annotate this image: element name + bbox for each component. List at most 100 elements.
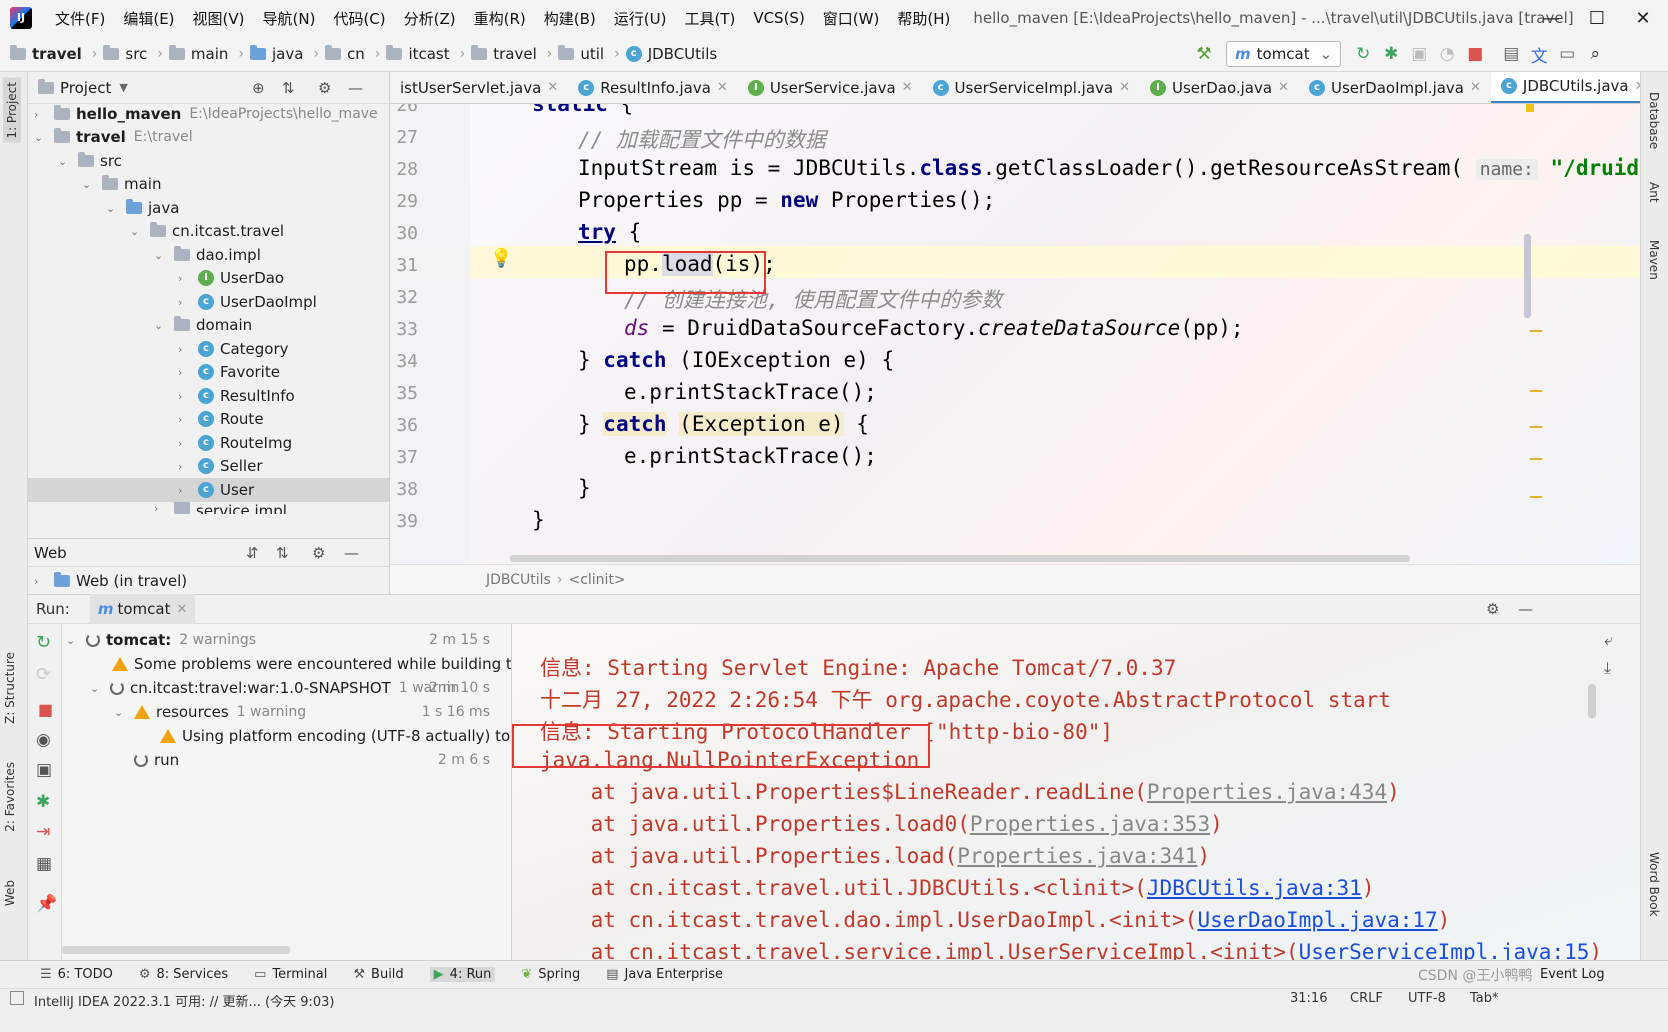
stop-icon[interactable]: ■: [1461, 40, 1489, 68]
line-separator[interactable]: CRLF: [1350, 991, 1383, 1006]
close-icon[interactable]: ✕: [717, 80, 728, 95]
error-stripe-mark[interactable]: [1530, 426, 1542, 428]
event-log-button[interactable]: Event Log: [1540, 967, 1605, 982]
build-hammer-icon[interactable]: ⚒: [1190, 40, 1218, 68]
close-button[interactable]: ✕: [1620, 0, 1666, 36]
collapse-all-icon[interactable]: ⇅: [276, 544, 289, 562]
menu-navigate[interactable]: 导航(N): [254, 8, 325, 29]
file-encoding[interactable]: UTF-8: [1408, 991, 1446, 1006]
hide-icon[interactable]: —: [344, 544, 359, 562]
stop-icon[interactable]: ■: [38, 700, 53, 719]
breadcrumb-travel[interactable]: travel: [10, 44, 82, 63]
stack-frame-link[interactable]: JDBCUtils.java:31: [1147, 876, 1362, 900]
horizontal-scrollbar[interactable]: [510, 555, 1410, 562]
breadcrumb-src[interactable]: src: [103, 44, 147, 63]
stack-frame-link[interactable]: Properties.java:434: [1147, 780, 1387, 804]
close-icon[interactable]: ✕: [1278, 80, 1289, 95]
status-message[interactable]: IntelliJ IDEA 2022.3.1 可用: // 更新... (今天 …: [34, 991, 334, 1010]
structure-tool-tab[interactable]: Z: Structure: [3, 652, 17, 724]
run-tree-resources[interactable]: ⌄ resources 1 warning 1 s 16 ms: [114, 700, 511, 724]
tree-item-src[interactable]: ⌄ src: [58, 149, 122, 173]
tree-item-service-impl[interactable]: › service.impl: [154, 502, 287, 514]
indent-setting[interactable]: Tab*: [1470, 991, 1499, 1006]
layout-icon[interactable]: ▦: [36, 854, 52, 874]
run-tab-tomcat[interactable]: m tomcat ✕: [89, 594, 196, 624]
run-config-select[interactable]: m tomcat ⌄: [1226, 41, 1342, 67]
menu-code[interactable]: 代码(C): [324, 8, 394, 29]
tree-item-userdaoimpl[interactable]: › c UserDaoImpl: [178, 290, 317, 314]
close-icon[interactable]: ✕: [902, 80, 913, 95]
breadcrumb-main[interactable]: main: [168, 44, 228, 63]
tree-item-java[interactable]: ⌄ java: [106, 196, 179, 220]
tab-userdaoimpl[interactable]: c UserDaoImpl.java ✕: [1299, 72, 1491, 103]
eye-icon[interactable]: ◉: [36, 730, 51, 750]
run-tree-encoding-warning[interactable]: Using platform encoding (UTF-8 actually)…: [160, 724, 511, 748]
stack-frame-link[interactable]: Properties.java:353: [970, 812, 1210, 836]
tree-item-hello-maven[interactable]: › hello_maven E:\IdeaProjects\hello_mave: [34, 102, 378, 126]
tree-item-main[interactable]: ⌄ main: [82, 172, 161, 196]
debug-icon[interactable]: ✱: [36, 792, 50, 812]
code-editor[interactable]: 26 27 28 29 30 31 32 33 34 35 36 37 38 3…: [390, 104, 1640, 564]
breadcrumb-travel-pkg[interactable]: travel: [471, 44, 537, 63]
project-structure-icon[interactable]: ▤: [1497, 40, 1525, 68]
scroll-to-end-icon[interactable]: ⤓: [1604, 658, 1611, 678]
caret-position[interactable]: 31:16: [1290, 991, 1327, 1006]
vertical-scrollbar[interactable]: [1524, 234, 1531, 318]
tab-build[interactable]: ⚒ Build: [353, 967, 403, 982]
menu-analyze[interactable]: 分析(Z): [395, 8, 465, 29]
collapse-all-icon[interactable]: ⇅: [282, 79, 295, 97]
tree-item-seller[interactable]: › c Seller: [178, 454, 262, 478]
tab-userservice[interactable]: I UserService.java ✕: [738, 72, 923, 103]
pause-icon[interactable]: ⟳: [36, 664, 51, 685]
gear-icon[interactable]: ⚙: [318, 79, 331, 97]
ant-tool-tab[interactable]: Ant: [1647, 182, 1661, 203]
error-stripe-mark[interactable]: [1530, 458, 1542, 460]
tab-terminal[interactable]: ▭ Terminal: [254, 967, 327, 982]
hide-icon[interactable]: —: [348, 79, 363, 97]
project-view-selector[interactable]: Project ▼: [38, 78, 128, 97]
stack-frame-link[interactable]: UserServiceImpl.java:15: [1299, 940, 1590, 960]
code-breadcrumb-method[interactable]: <clinit>: [568, 572, 625, 588]
maximize-button[interactable]: ☐: [1574, 0, 1620, 36]
tool-windows-toggle-icon[interactable]: [10, 991, 24, 1005]
tree-item-travel[interactable]: ⌄ travel E:\travel: [34, 125, 193, 149]
close-icon[interactable]: ✕: [176, 602, 187, 617]
web-in-travel-item[interactable]: › Web (in travel): [28, 567, 389, 595]
tab-userserviceimpl[interactable]: c UserServiceImpl.java ✕: [923, 72, 1140, 103]
presentation-icon[interactable]: ▭: [1553, 40, 1581, 68]
tree-item-resultinfo[interactable]: › c ResultInfo: [178, 384, 295, 408]
stack-frame-link[interactable]: UserDaoImpl.java:17: [1197, 908, 1437, 932]
close-icon[interactable]: ✕: [1470, 80, 1481, 95]
tab-run[interactable]: ▶ 4: Run: [429, 967, 496, 982]
tree-item-category[interactable]: › c Category: [178, 337, 289, 361]
close-icon[interactable]: ✕: [1119, 80, 1130, 95]
run-tree-tomcat[interactable]: ⌄ tomcat: 2 warnings 2 m 15 s: [66, 628, 511, 652]
menu-file[interactable]: 文件(F): [46, 8, 114, 29]
tree-item-package[interactable]: ⌄ cn.itcast.travel: [130, 219, 284, 243]
breadcrumb-java[interactable]: java: [250, 44, 303, 63]
menu-run[interactable]: 运行(U): [605, 8, 676, 29]
hide-icon[interactable]: —: [1518, 600, 1533, 618]
tab-spring[interactable]: ❦ Spring: [521, 967, 580, 982]
menu-window[interactable]: 窗口(W): [814, 8, 889, 29]
locate-icon[interactable]: ⊕: [252, 79, 265, 97]
console-output[interactable]: ‥ 信息: Starting Servlet Engine: Apache To…: [512, 624, 1640, 960]
menu-tools[interactable]: 工具(T): [675, 8, 744, 29]
tab-todo[interactable]: ☰ 6: TODO: [40, 967, 113, 982]
close-icon[interactable]: ✕: [547, 80, 558, 95]
tree-item-routeimg[interactable]: › c RouteImg: [178, 431, 292, 455]
run-tree-problems[interactable]: Some problems were encountered while bui…: [112, 652, 511, 676]
tree-item-domain[interactable]: ⌄ domain: [154, 313, 252, 337]
maven-tool-tab[interactable]: Maven: [1647, 240, 1661, 280]
error-stripe-mark[interactable]: [1530, 496, 1542, 498]
run-tree-war[interactable]: ⌄ cn.itcast:travel:war:1.0-SNAPSHOT 1 warn…: [90, 676, 511, 700]
tab-resultinfo[interactable]: c ResultInfo.java ✕: [568, 72, 738, 103]
stack-frame-link[interactable]: Properties.java:341: [957, 844, 1197, 868]
coverage-icon[interactable]: ▣: [1405, 40, 1433, 68]
soft-wrap-icon[interactable]: ⤶: [1604, 630, 1613, 650]
tab-services[interactable]: ⚙ 8: Services: [139, 967, 228, 982]
pin-icon[interactable]: 📌: [36, 894, 57, 914]
web-tool-tab[interactable]: Web: [3, 880, 17, 906]
profile-icon[interactable]: ◔: [1433, 40, 1461, 68]
error-stripe-mark[interactable]: [1530, 390, 1542, 392]
